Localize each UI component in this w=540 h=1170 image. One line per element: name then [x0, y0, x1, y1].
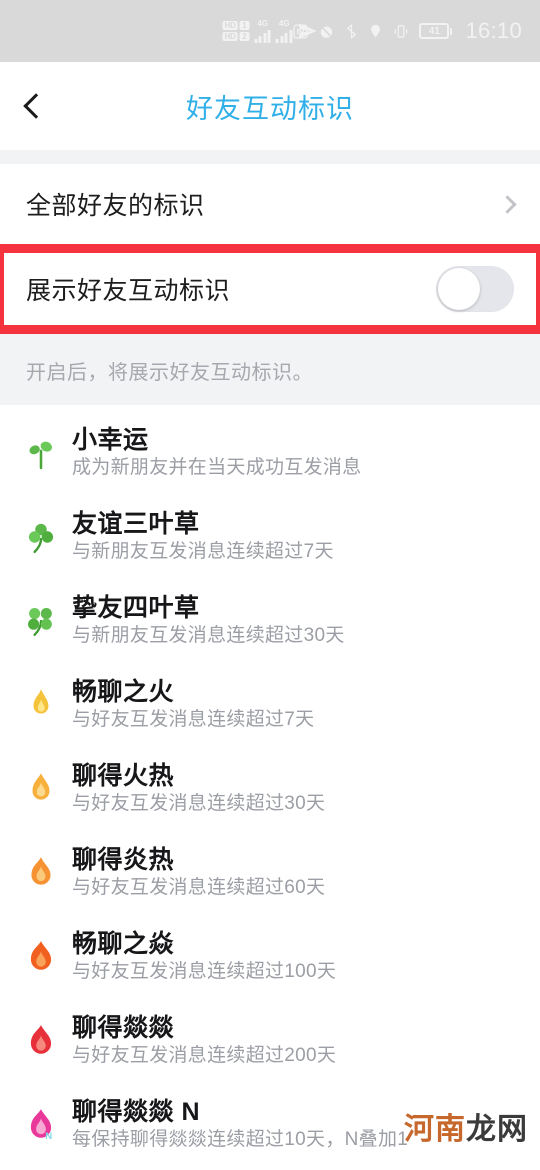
badge-list: 小幸运 成为新朋友并在当天成功互发消息 友谊三叶草 与新朋友互发消息连续超过7天	[0, 405, 540, 1167]
signal-sim1: 4G	[254, 18, 271, 43]
badge-text: 小幸运 成为新朋友并在当天成功互发消息	[72, 425, 362, 481]
show-badges-highlight-box: 展示好友互动标识	[0, 244, 540, 334]
network-type-sim2: 4G	[278, 18, 290, 28]
list-item[interactable]: 聊得火热 与好友互发消息连续超过30天	[0, 747, 540, 831]
all-friends-badges-label: 全部好友的标识	[26, 192, 205, 220]
badge-desc: 与新朋友互发消息连续超过30天	[72, 625, 345, 646]
flame-red-icon	[18, 1024, 64, 1058]
send-icon	[297, 21, 317, 41]
flame-yellow-icon	[18, 688, 64, 722]
chevron-right-icon	[498, 194, 517, 214]
list-item[interactable]: 聊得炎热 与好友互发消息连续超过60天	[0, 831, 540, 915]
flame-pink-n-icon: N	[18, 1108, 64, 1142]
svg-text:N: N	[45, 1131, 52, 1142]
show-badges-label: 展示好友互动标识	[26, 277, 231, 305]
badge-text: 聊得火热 与好友互发消息连续超过30天	[72, 761, 325, 817]
badge-title: 畅聊之焱	[72, 930, 175, 958]
back-button[interactable]	[0, 62, 66, 150]
three-leaf-clover-icon	[18, 520, 64, 554]
network-type-sim1: 4G	[257, 18, 269, 28]
badge-title: 聊得炎热	[72, 846, 175, 874]
badge-desc: 与好友互发消息连续超过60天	[72, 877, 326, 898]
badge-title: 聊得火热	[72, 762, 175, 790]
badge-text: 聊得燚燚 与好友互发消息连续超过200天	[72, 1013, 336, 1069]
badge-text: 聊得燚燚 N 每保持聊得燚燚连续超过10天，N叠加1	[72, 1097, 408, 1153]
badge-title: 友谊三叶草	[72, 510, 200, 538]
list-item[interactable]: 畅聊之火 与好友互发消息连续超过7天	[0, 663, 540, 747]
badge-title: 聊得燚燚	[72, 1014, 175, 1042]
toggle-knob	[438, 268, 480, 310]
alarm-off-icon	[318, 23, 335, 40]
signal-bars-sim1	[254, 29, 271, 43]
list-item[interactable]: 畅聊之焱 与好友互发消息连续超过100天	[0, 915, 540, 999]
status-bar-center: HD 1 HD 2 4G 4G	[222, 18, 318, 43]
badge-title: 聊得燚燚 N	[72, 1098, 201, 1126]
four-leaf-clover-icon	[18, 604, 64, 638]
badge-text: 挚友四叶草 与新朋友互发消息连续超过30天	[72, 593, 345, 649]
clock: 16:10	[465, 18, 522, 43]
watermark-part1: 河南	[404, 1113, 466, 1146]
badge-desc: 与好友互发消息连续超过30天	[72, 793, 326, 814]
status-bar-right: 41 16:10	[292, 20, 522, 42]
badge-text: 聊得炎热 与好友互发消息连续超过60天	[72, 845, 325, 901]
battery-cap	[450, 27, 453, 35]
badge-title: 挚友四叶草	[72, 594, 200, 622]
watermark: 河南龙网	[404, 1104, 528, 1148]
page-title: 好友互动标识	[186, 93, 354, 124]
section-divider-top	[0, 150, 540, 164]
badge-text: 畅聊之焱 与好友互发消息连续超过100天	[72, 929, 336, 985]
nav-bar: 好友互动标识	[0, 62, 540, 150]
chevron-left-icon	[23, 93, 49, 119]
watermark-part2: 龙网	[466, 1113, 528, 1146]
sim1-number: 1	[239, 21, 250, 30]
flame-orange-icon	[18, 856, 64, 890]
battery-level: 41	[419, 23, 450, 39]
list-item[interactable]: 小幸运 成为新朋友并在当天成功互发消息	[0, 411, 540, 495]
phone-screen: HD 1 HD 2 4G 4G 41 16:10 好友互动标识 全部好友的标识 …	[0, 0, 540, 1170]
all-friends-badges-row[interactable]: 全部好友的标识	[0, 164, 540, 244]
sim1-hd-label: HD	[222, 21, 238, 30]
list-item[interactable]: 挚友四叶草 与新朋友互发消息连续超过30天	[0, 579, 540, 663]
badge-text: 畅聊之火 与好友互发消息连续超过7天	[72, 677, 314, 733]
hint-text: 开启后，将展示好友互动标识。	[0, 334, 540, 405]
battery-indicator: 41	[419, 23, 453, 39]
vibrate-icon	[392, 23, 410, 40]
badge-title: 畅聊之火	[72, 678, 175, 706]
flame-deep-orange-icon	[18, 940, 64, 974]
sim2-hd-label: HD	[222, 32, 238, 41]
badge-desc: 与好友互发消息连续超过7天	[72, 709, 315, 730]
sim2-number: 2	[239, 32, 250, 41]
bluetooth-icon	[344, 23, 359, 40]
signal-sim2: 4G	[275, 18, 293, 43]
badge-desc: 与好友互发消息连续超过200天	[72, 1045, 337, 1066]
badge-desc: 每保持聊得燚燚连续超过10天，N叠加1	[72, 1129, 409, 1150]
badge-desc: 成为新朋友并在当天成功互发消息	[72, 457, 362, 478]
badge-text: 友谊三叶草 与新朋友互发消息连续超过7天	[72, 509, 334, 565]
show-badges-toggle[interactable]	[436, 266, 514, 312]
dual-sim-hd-indicator: HD 1 HD 2	[222, 21, 250, 41]
list-item[interactable]: 友谊三叶草 与新朋友互发消息连续超过7天	[0, 495, 540, 579]
badge-desc: 与好友互发消息连续超过100天	[72, 961, 337, 982]
signal-bars-sim2	[275, 29, 293, 43]
badge-title: 小幸运	[72, 426, 149, 454]
flame-light-orange-icon	[18, 772, 64, 806]
status-bar: HD 1 HD 2 4G 4G 41 16:10	[0, 0, 540, 62]
show-badges-row[interactable]: 展示好友互动标识	[4, 253, 536, 325]
list-item[interactable]: 聊得燚燚 与好友互发消息连续超过200天	[0, 999, 540, 1083]
sprout-icon	[18, 436, 64, 470]
badge-desc: 与新朋友互发消息连续超过7天	[72, 541, 334, 562]
location-icon	[368, 22, 383, 40]
